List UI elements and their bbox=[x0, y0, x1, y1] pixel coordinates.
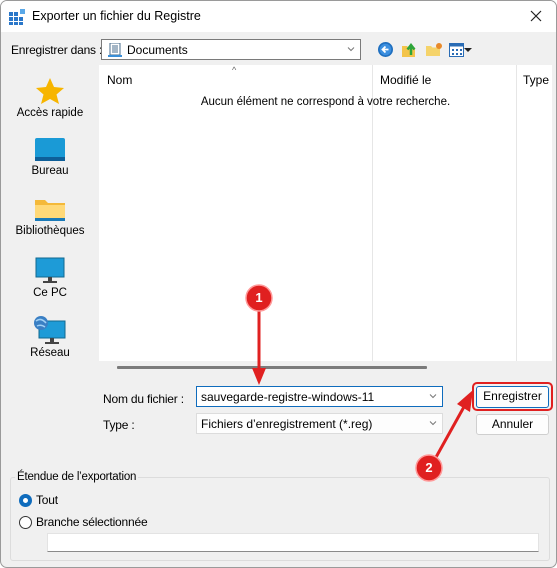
annotation-number-1: 1 bbox=[255, 290, 263, 305]
annotation-arrow-2 bbox=[428, 390, 473, 469]
annotation-layer bbox=[245, 284, 473, 482]
annotation-arrow-1 bbox=[252, 300, 266, 385]
annotation-number-2: 2 bbox=[425, 460, 433, 475]
